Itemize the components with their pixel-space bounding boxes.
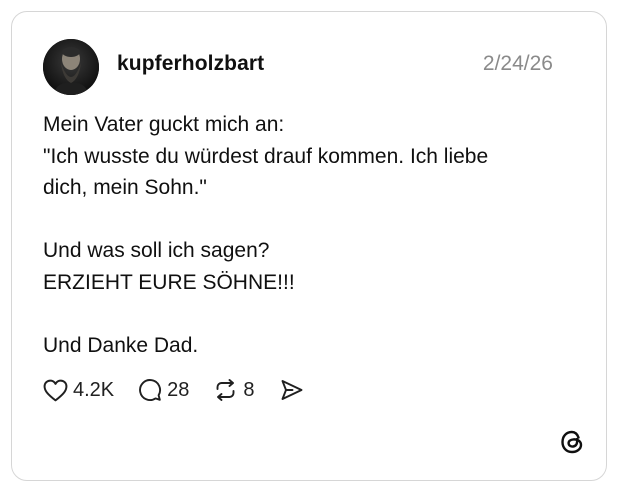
reply-count: 28	[167, 378, 190, 401]
comment-icon	[139, 379, 162, 401]
share-icon	[281, 380, 302, 400]
post-actions: 4.2K 28 8	[43, 376, 328, 404]
post-line: dich, mein Sohn."	[43, 176, 207, 199]
post-date: 2/24/26	[482, 52, 553, 75]
repost-button[interactable]: 8	[213, 378, 255, 402]
repost-icon	[216, 379, 235, 401]
avatar-image	[43, 39, 99, 95]
heart-icon	[43, 379, 68, 401]
share-button[interactable]	[279, 378, 304, 402]
username[interactable]: kupferholzbart	[117, 52, 264, 76]
avatar[interactable]	[43, 39, 99, 95]
post-line: Und was soll ich sagen?	[43, 239, 270, 262]
post-card: kupferholzbart 2/24/26 Mein Vater guckt …	[11, 11, 607, 481]
reply-button[interactable]: 28	[138, 378, 189, 402]
threads-logo-graphic	[561, 430, 583, 454]
post-line: Und Danke Dad.	[43, 333, 199, 357]
post-line: "Ich wusste du würdest drauf kommen. Ich…	[43, 144, 489, 168]
post-line: Mein Vater guckt mich an:	[43, 113, 285, 136]
post-body: Mein Vater guckt mich an: "Ich wusste du…	[43, 109, 563, 361]
like-count: 4.2K	[73, 378, 115, 401]
threads-icon[interactable]	[558, 428, 586, 456]
post-line: ERZIEHT EURE SÖHNE!!!	[43, 270, 295, 294]
repost-count: 8	[243, 378, 255, 401]
like-button[interactable]: 4.2K	[43, 379, 114, 402]
